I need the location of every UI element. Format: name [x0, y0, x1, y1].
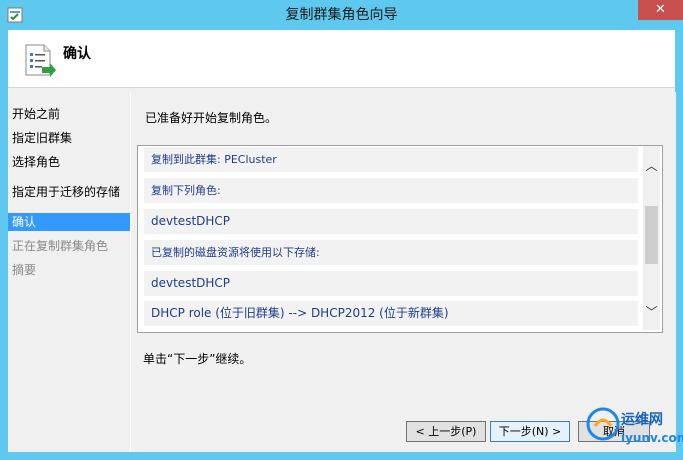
main-content: 已准备好开始复制角色。 复制到此群集: PECluster 复制下列角色: de… — [130, 92, 676, 452]
next-hint-text: 单击“下一步”继续。 — [143, 352, 252, 366]
step-copying-roles: 正在复制群集角色 — [12, 239, 109, 253]
list-row-target-cluster: 复制到此群集: PECluster — [144, 147, 638, 172]
confirmation-list[interactable]: 复制到此群集: PECluster 复制下列角色: devtestDHCP 已复… — [137, 145, 663, 333]
step-confirmation[interactable]: 确认 — [8, 213, 130, 231]
watermark-logo-icon — [586, 407, 620, 441]
window-title: 复制群集角色向导 — [285, 7, 398, 23]
page-title: 确认 — [63, 46, 91, 62]
title-bar[interactable]: 复制群集角色向导 ✕ — [0, 0, 683, 30]
page-header: 确认 — [8, 30, 675, 88]
scroll-down-icon[interactable]: ﹀ — [643, 304, 660, 321]
vertical-scrollbar[interactable]: ︿ ﹀ — [643, 146, 660, 330]
list-row-roles-header: 复制下列角色: — [144, 178, 638, 203]
scroll-up-icon[interactable]: ︿ — [643, 158, 660, 175]
step-specify-storage[interactable]: 指定用于迁移的存储 — [12, 183, 126, 201]
wizard-body: 确认 开始之前 指定旧群集 选择角色 指定用于迁移的存储 确认 正在复制群集角色… — [8, 30, 676, 452]
watermark-text-url: iyunv.com — [621, 431, 683, 445]
wizard-steps-nav: 开始之前 指定旧群集 选择角色 指定用于迁移的存储 确认 正在复制群集角色 摘要 — [8, 92, 130, 452]
step-select-roles[interactable]: 选择角色 — [12, 153, 126, 171]
watermark-text-cn: 运维网 — [621, 412, 663, 428]
next-button[interactable]: 下一步(N) > — [490, 421, 570, 442]
list-row-role-value: devtestDHCP — [144, 209, 638, 234]
list-row-mapping: DHCP role (位于旧群集) --> DHCP2012 (位于新群集) — [144, 301, 638, 326]
scroll-thumb[interactable] — [645, 206, 658, 264]
step-summary: 摘要 — [12, 263, 37, 277]
previous-button[interactable]: < 上一步(P) — [406, 421, 486, 442]
step-before-you-begin[interactable]: 开始之前 — [12, 105, 126, 123]
list-row-storage-value: devtestDHCP — [144, 271, 638, 296]
intro-text: 已准备好开始复制角色。 — [145, 111, 278, 125]
step-specify-old-cluster[interactable]: 指定旧群集 — [12, 129, 126, 147]
wizard-window: 复制群集角色向导 ✕ 确认 开始之前 指定旧群集 选择角色 指定用于迁移的存储 … — [0, 0, 683, 460]
list-row-storage-header: 已复制的磁盘资源将使用以下存储: — [144, 240, 638, 265]
checklist-icon — [25, 44, 56, 77]
close-button[interactable]: ✕ — [638, 0, 683, 20]
watermark: 运维网 iyunv.com — [580, 400, 683, 460]
